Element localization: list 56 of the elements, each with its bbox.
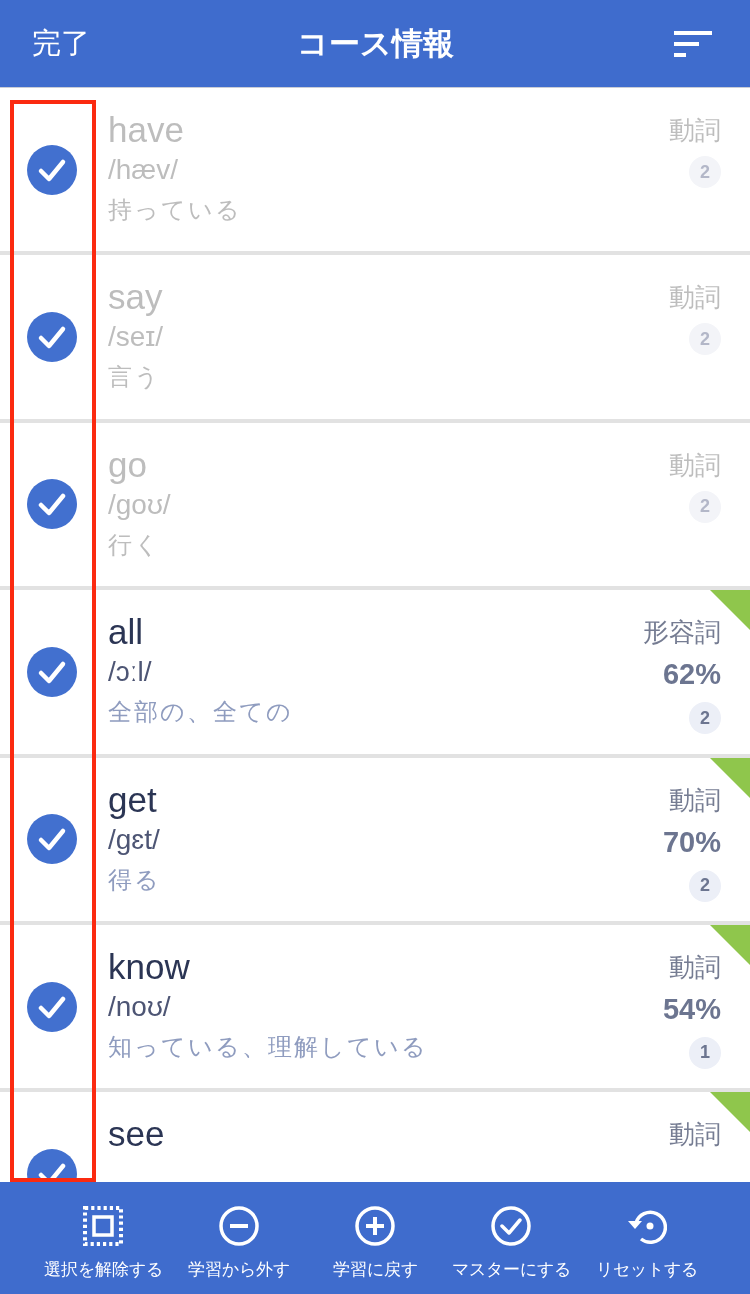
count-badge: 2 [689, 323, 721, 356]
screen-title: コース情報 [296, 24, 454, 63]
meaning-text: 言う [108, 362, 161, 393]
count-badge: 1 [689, 1036, 721, 1069]
part-of-speech-text: 動詞 [669, 1118, 721, 1152]
phonetic-text: /gɛt/ [108, 822, 160, 857]
percent-text: 62% [662, 657, 721, 693]
percent-text: 54% [662, 991, 721, 1027]
checkbox-icon[interactable] [26, 814, 77, 865]
toolbar-button[interactable]: 学習に戻す [307, 1182, 443, 1294]
word-row[interactable]: know /noʊ/ 知っている、理解している 動詞 54% 1 [0, 924, 750, 1093]
toolbar-button[interactable]: マスターにする [443, 1182, 579, 1294]
dotted-square-icon [83, 1206, 123, 1246]
count-badge: 2 [689, 702, 721, 735]
checkbox-icon[interactable] [26, 479, 77, 530]
part-of-speech-text: 動詞 [669, 448, 721, 482]
part-of-speech-text: 動詞 [669, 114, 721, 147]
word-text: all [108, 612, 144, 653]
meaning-text: 持っている [108, 195, 242, 225]
word-row[interactable]: get /gɛt/ 得る 動詞 70% 2 [0, 757, 750, 925]
toolbar-button[interactable]: 学習から外す [171, 1182, 307, 1294]
checkbox-icon[interactable] [26, 981, 77, 1032]
toolbar-button[interactable]: リセットする [579, 1182, 715, 1294]
word-text: see [108, 1114, 165, 1155]
part-of-speech-text: 形容詞 [643, 616, 721, 650]
part-of-speech-text: 動詞 [669, 783, 721, 817]
meaning-text: 全部の、全ての [108, 697, 293, 728]
done-button[interactable]: 完了 [32, 23, 90, 64]
sort-icon[interactable] [674, 30, 712, 57]
phonetic-text: /ɔːl/ [108, 655, 152, 690]
percent-text: 70% [662, 824, 721, 860]
word-row[interactable]: all /ɔːl/ 全部の、全ての 形容詞 62% 2 [0, 590, 750, 758]
meaning-text: 得る [108, 864, 161, 895]
word-text: know [108, 946, 190, 987]
word-text: say [108, 277, 163, 318]
count-badge: 2 [689, 156, 721, 188]
word-text: go [108, 444, 147, 485]
toolbar-button[interactable]: 選択を解除する [35, 1182, 171, 1294]
phonetic-text: /noʊ/ [108, 989, 171, 1024]
checkbox-icon[interactable] [26, 312, 77, 363]
count-badge: 2 [689, 869, 721, 902]
part-of-speech-text: 動詞 [669, 281, 721, 315]
phonetic-text: /hæv/ [108, 153, 179, 187]
word-text: get [108, 779, 157, 820]
minus-circle-icon [219, 1206, 259, 1246]
plus-circle-icon [355, 1206, 395, 1246]
check-circle-icon [491, 1206, 531, 1246]
meaning-text: 知っている、理解している [108, 1031, 428, 1062]
checkbox-icon[interactable] [26, 144, 77, 195]
phonetic-text: /seɪ/ [108, 320, 164, 355]
word-text: have [108, 110, 184, 150]
phonetic-text: /goʊ/ [108, 487, 171, 522]
count-badge: 2 [689, 490, 721, 523]
part-of-speech-text: 動詞 [669, 950, 721, 984]
meaning-text: 行く [108, 529, 161, 560]
checkbox-icon[interactable] [26, 646, 77, 697]
